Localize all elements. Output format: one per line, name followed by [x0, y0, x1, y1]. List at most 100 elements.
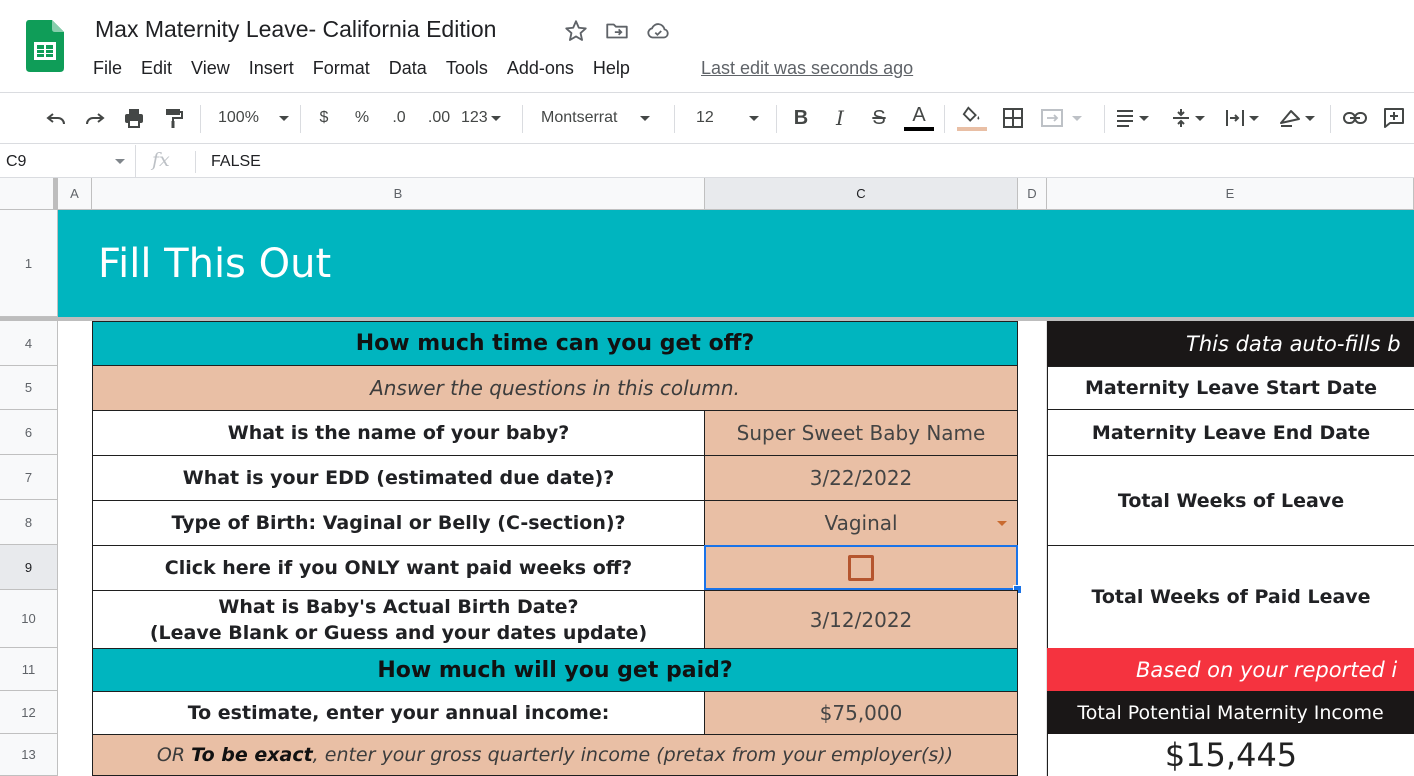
- chevron-down-icon: [115, 159, 125, 164]
- cloud-saved-icon[interactable]: [645, 18, 671, 44]
- horizontal-align-icon[interactable]: [1114, 103, 1160, 133]
- merge-cells-icon[interactable]: [1040, 103, 1092, 133]
- sheets-logo-icon[interactable]: [26, 20, 64, 72]
- row-header-11[interactable]: 11: [0, 648, 58, 691]
- answer-income[interactable]: $75,000: [704, 691, 1018, 735]
- row-header-9[interactable]: 9: [0, 545, 58, 590]
- chevron-down-icon: [278, 115, 289, 121]
- answer-edd[interactable]: 3/22/2022: [704, 455, 1018, 501]
- vertical-align-icon[interactable]: [1170, 103, 1214, 133]
- print-icon[interactable]: [120, 103, 148, 133]
- total-weeks-label[interactable]: Total Weeks of Leave: [1047, 455, 1414, 546]
- menu-edit[interactable]: Edit: [141, 57, 172, 79]
- menu-add-ons[interactable]: Add-ons: [507, 57, 574, 79]
- paid-weeks-label[interactable]: Total Weeks of Paid Leave: [1047, 545, 1414, 649]
- question-actual-birth-line1: What is Baby's Actual Birth Date?: [218, 595, 579, 618]
- column-header-e[interactable]: E: [1047, 178, 1414, 210]
- text-rotation-icon[interactable]: [1278, 103, 1324, 133]
- bold-button[interactable]: B: [788, 103, 814, 133]
- question-edd[interactable]: What is your EDD (estimated due date)?: [92, 455, 705, 501]
- insert-link-icon[interactable]: [1340, 103, 1370, 133]
- chevron-down-icon: [490, 115, 501, 121]
- formula-divider: [195, 151, 196, 173]
- column-header-c[interactable]: C: [705, 178, 1018, 210]
- document-title[interactable]: Max Maternity Leave- California Edition: [95, 16, 496, 43]
- menu-insert[interactable]: Insert: [249, 57, 294, 79]
- row-header-12[interactable]: 12: [0, 691, 58, 734]
- menu-tools[interactable]: Tools: [446, 57, 488, 79]
- borders-icon[interactable]: [1000, 103, 1026, 133]
- menu-file[interactable]: File: [93, 57, 122, 79]
- dropdown-arrow-icon[interactable]: [997, 521, 1007, 526]
- column-header-a[interactable]: A: [58, 178, 92, 210]
- question-actual-birth-line2: (Leave Blank or Guess and your dates upd…: [149, 621, 648, 644]
- question-actual-birth[interactable]: What is Baby's Actual Birth Date? (Leave…: [92, 590, 705, 649]
- autofill-note-cell[interactable]: This data auto-fills b: [1047, 321, 1414, 366]
- row-header-1[interactable]: 1: [0, 210, 58, 317]
- income-note-cell[interactable]: Based on your reported i: [1047, 648, 1414, 692]
- question-exact-income[interactable]: OR To be exact, enter your gross quarter…: [92, 734, 1018, 776]
- answer-actual-birth[interactable]: 3/12/2022: [704, 590, 1018, 649]
- decrease-decimal-button[interactable]: .0: [385, 103, 413, 133]
- formula-input[interactable]: FALSE: [211, 145, 261, 178]
- percent-format-button[interactable]: %: [350, 103, 374, 133]
- text-wrapping-icon[interactable]: [1224, 103, 1268, 133]
- formula-bar: C9 fx FALSE: [0, 145, 1414, 178]
- move-to-folder-icon[interactable]: [604, 18, 630, 44]
- question-income[interactable]: To estimate, enter your annual income:: [92, 691, 705, 735]
- menu-view[interactable]: View: [191, 57, 230, 79]
- increase-decimal-button[interactable]: .00: [424, 103, 454, 133]
- answer-paid-only-selected-cell[interactable]: [704, 545, 1018, 590]
- text-color-button[interactable]: A: [903, 103, 935, 133]
- text-color-swatch: [904, 127, 934, 131]
- potential-income-value[interactable]: $15,445: [1047, 734, 1414, 776]
- paid-only-checkbox[interactable]: [848, 554, 874, 581]
- question-birth-type[interactable]: Type of Birth: Vaginal or Belly (C-secti…: [92, 500, 705, 546]
- menu-data[interactable]: Data: [389, 57, 427, 79]
- strikethrough-button[interactable]: S: [866, 103, 892, 133]
- row-header-13[interactable]: 13: [0, 734, 58, 776]
- font-size-select[interactable]: 12: [686, 103, 768, 133]
- redo-icon[interactable]: [81, 103, 109, 133]
- toolbar-divider: [674, 105, 675, 133]
- end-date-label[interactable]: Maternity Leave End Date: [1047, 409, 1414, 456]
- row-header-4[interactable]: 4: [0, 321, 58, 366]
- zoom-select[interactable]: 100%: [212, 103, 292, 133]
- sheet-grid: A B C D E 1 4 5 6 7 8 9 10 11 12 13 Fill…: [0, 178, 1414, 776]
- currency-format-button[interactable]: $: [312, 103, 336, 133]
- menu-format[interactable]: Format: [313, 57, 370, 79]
- row-header-8[interactable]: 8: [0, 500, 58, 545]
- question-paid-only[interactable]: Click here if you ONLY want paid weeks o…: [92, 545, 705, 591]
- more-formats-select[interactable]: 123: [461, 103, 511, 133]
- exact-income-bold: To be exact: [191, 744, 313, 766]
- row-header-6[interactable]: 6: [0, 410, 58, 455]
- question-baby-name[interactable]: What is the name of your baby?: [92, 410, 705, 456]
- instruction-cell[interactable]: Answer the questions in this column.: [92, 365, 1018, 411]
- star-icon[interactable]: [563, 18, 589, 44]
- toolbar-divider: [522, 105, 523, 133]
- potential-income-label[interactable]: Total Potential Maternity Income: [1047, 691, 1414, 735]
- section-pay-header[interactable]: How much will you get paid?: [92, 648, 1018, 692]
- fill-color-icon[interactable]: [956, 103, 988, 133]
- row-header-10[interactable]: 10: [0, 590, 58, 648]
- menu-help[interactable]: Help: [593, 57, 630, 79]
- answer-baby-name[interactable]: Super Sweet Baby Name: [704, 410, 1018, 456]
- insert-comment-icon[interactable]: [1380, 103, 1408, 133]
- banner-cell[interactable]: Fill This Out: [58, 210, 1414, 317]
- answer-birth-type-dropdown[interactable]: Vaginal: [704, 500, 1018, 546]
- column-header-d[interactable]: D: [1018, 178, 1047, 210]
- start-date-label[interactable]: Maternity Leave Start Date: [1047, 366, 1414, 410]
- select-all-corner[interactable]: [0, 178, 58, 210]
- name-box[interactable]: C9: [0, 145, 136, 178]
- italic-button[interactable]: I: [827, 103, 853, 133]
- last-edit-link[interactable]: Last edit was seconds ago: [701, 57, 913, 79]
- toolbar-divider: [200, 105, 201, 133]
- column-header-b[interactable]: B: [92, 178, 705, 210]
- section-time-header[interactable]: How much time can you get off?: [92, 321, 1018, 366]
- row-header-5[interactable]: 5: [0, 366, 58, 410]
- font-family-select[interactable]: Montserrat: [534, 103, 666, 133]
- undo-icon[interactable]: [42, 103, 70, 133]
- exact-income-suffix: , enter your gross quarterly income (pre…: [312, 744, 954, 766]
- row-header-7[interactable]: 7: [0, 455, 58, 500]
- paint-format-icon[interactable]: [159, 103, 187, 133]
